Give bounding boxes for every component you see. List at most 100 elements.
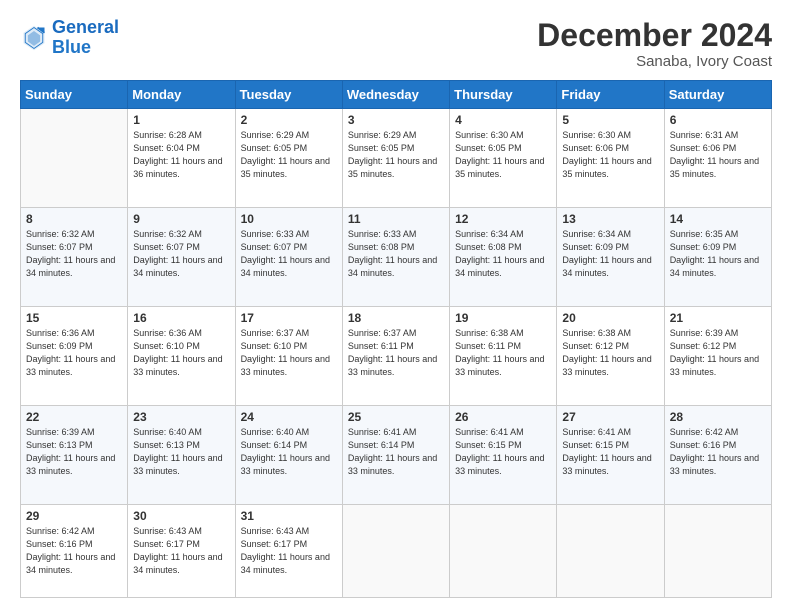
cell-details: Sunrise: 6:32 AMSunset: 6:07 PMDaylight:… (133, 229, 222, 278)
calendar-cell: 5 Sunrise: 6:30 AMSunset: 6:06 PMDayligh… (557, 109, 664, 208)
calendar-cell: 17 Sunrise: 6:37 AMSunset: 6:10 PMDaylig… (235, 307, 342, 406)
calendar-cell: 20 Sunrise: 6:38 AMSunset: 6:12 PMDaylig… (557, 307, 664, 406)
cell-details: Sunrise: 6:43 AMSunset: 6:17 PMDaylight:… (241, 526, 330, 575)
weekday-header: Saturday (664, 81, 771, 109)
cell-details: Sunrise: 6:42 AMSunset: 6:16 PMDaylight:… (26, 526, 115, 575)
calendar-cell: 24 Sunrise: 6:40 AMSunset: 6:14 PMDaylig… (235, 405, 342, 504)
cell-details: Sunrise: 6:37 AMSunset: 6:11 PMDaylight:… (348, 328, 437, 377)
calendar-cell: 30 Sunrise: 6:43 AMSunset: 6:17 PMDaylig… (128, 504, 235, 597)
day-number: 24 (241, 410, 337, 424)
month-title: December 2024 (537, 18, 772, 53)
calendar-cell: 6 Sunrise: 6:31 AMSunset: 6:06 PMDayligh… (664, 109, 771, 208)
day-number: 6 (670, 113, 766, 127)
cell-details: Sunrise: 6:38 AMSunset: 6:11 PMDaylight:… (455, 328, 544, 377)
day-number: 21 (670, 311, 766, 325)
day-number: 29 (26, 509, 122, 523)
cell-details: Sunrise: 6:33 AMSunset: 6:08 PMDaylight:… (348, 229, 437, 278)
calendar-cell: 16 Sunrise: 6:36 AMSunset: 6:10 PMDaylig… (128, 307, 235, 406)
calendar-cell: 1 Sunrise: 6:28 AMSunset: 6:04 PMDayligh… (128, 109, 235, 208)
day-number: 1 (133, 113, 229, 127)
cell-details: Sunrise: 6:38 AMSunset: 6:12 PMDaylight:… (562, 328, 651, 377)
cell-details: Sunrise: 6:32 AMSunset: 6:07 PMDaylight:… (26, 229, 115, 278)
calendar-table: SundayMondayTuesdayWednesdayThursdayFrid… (20, 80, 772, 598)
cell-details: Sunrise: 6:35 AMSunset: 6:09 PMDaylight:… (670, 229, 759, 278)
location-subtitle: Sanaba, Ivory Coast (537, 53, 772, 70)
weekday-header: Wednesday (342, 81, 449, 109)
cell-details: Sunrise: 6:41 AMSunset: 6:15 PMDaylight:… (455, 427, 544, 476)
calendar-cell (342, 504, 449, 597)
day-number: 16 (133, 311, 229, 325)
calendar-cell: 21 Sunrise: 6:39 AMSunset: 6:12 PMDaylig… (664, 307, 771, 406)
day-number: 12 (455, 212, 551, 226)
day-number: 4 (455, 113, 551, 127)
day-number: 22 (26, 410, 122, 424)
day-number: 19 (455, 311, 551, 325)
calendar-cell (557, 504, 664, 597)
logo-icon (20, 24, 48, 52)
calendar-cell: 19 Sunrise: 6:38 AMSunset: 6:11 PMDaylig… (450, 307, 557, 406)
day-number: 18 (348, 311, 444, 325)
day-number: 10 (241, 212, 337, 226)
logo: General Blue (20, 18, 119, 58)
calendar-cell: 25 Sunrise: 6:41 AMSunset: 6:14 PMDaylig… (342, 405, 449, 504)
day-number: 27 (562, 410, 658, 424)
day-number: 25 (348, 410, 444, 424)
cell-details: Sunrise: 6:34 AMSunset: 6:09 PMDaylight:… (562, 229, 651, 278)
calendar-cell: 15 Sunrise: 6:36 AMSunset: 6:09 PMDaylig… (21, 307, 128, 406)
calendar-cell: 31 Sunrise: 6:43 AMSunset: 6:17 PMDaylig… (235, 504, 342, 597)
cell-details: Sunrise: 6:37 AMSunset: 6:10 PMDaylight:… (241, 328, 330, 377)
calendar-cell: 22 Sunrise: 6:39 AMSunset: 6:13 PMDaylig… (21, 405, 128, 504)
calendar-cell: 10 Sunrise: 6:33 AMSunset: 6:07 PMDaylig… (235, 208, 342, 307)
header: General Blue December 2024 Sanaba, Ivory… (20, 18, 772, 70)
day-number: 3 (348, 113, 444, 127)
cell-details: Sunrise: 6:39 AMSunset: 6:13 PMDaylight:… (26, 427, 115, 476)
cell-details: Sunrise: 6:43 AMSunset: 6:17 PMDaylight:… (133, 526, 222, 575)
cell-details: Sunrise: 6:33 AMSunset: 6:07 PMDaylight:… (241, 229, 330, 278)
logo-text: General Blue (52, 18, 119, 58)
cell-details: Sunrise: 6:31 AMSunset: 6:06 PMDaylight:… (670, 130, 759, 179)
weekday-header: Tuesday (235, 81, 342, 109)
calendar-cell: 13 Sunrise: 6:34 AMSunset: 6:09 PMDaylig… (557, 208, 664, 307)
title-block: December 2024 Sanaba, Ivory Coast (537, 18, 772, 70)
day-number: 2 (241, 113, 337, 127)
calendar-cell: 23 Sunrise: 6:40 AMSunset: 6:13 PMDaylig… (128, 405, 235, 504)
day-number: 17 (241, 311, 337, 325)
calendar-cell: 26 Sunrise: 6:41 AMSunset: 6:15 PMDaylig… (450, 405, 557, 504)
day-number: 28 (670, 410, 766, 424)
cell-details: Sunrise: 6:36 AMSunset: 6:10 PMDaylight:… (133, 328, 222, 377)
cell-details: Sunrise: 6:28 AMSunset: 6:04 PMDaylight:… (133, 130, 222, 179)
cell-details: Sunrise: 6:40 AMSunset: 6:13 PMDaylight:… (133, 427, 222, 476)
day-number: 5 (562, 113, 658, 127)
calendar-cell: 8 Sunrise: 6:32 AMSunset: 6:07 PMDayligh… (21, 208, 128, 307)
page: General Blue December 2024 Sanaba, Ivory… (0, 0, 792, 612)
calendar-cell: 28 Sunrise: 6:42 AMSunset: 6:16 PMDaylig… (664, 405, 771, 504)
day-number: 30 (133, 509, 229, 523)
day-number: 20 (562, 311, 658, 325)
day-number: 15 (26, 311, 122, 325)
calendar-cell: 27 Sunrise: 6:41 AMSunset: 6:15 PMDaylig… (557, 405, 664, 504)
calendar-cell: 29 Sunrise: 6:42 AMSunset: 6:16 PMDaylig… (21, 504, 128, 597)
cell-details: Sunrise: 6:29 AMSunset: 6:05 PMDaylight:… (241, 130, 330, 179)
day-number: 9 (133, 212, 229, 226)
weekday-header: Sunday (21, 81, 128, 109)
calendar-cell: 18 Sunrise: 6:37 AMSunset: 6:11 PMDaylig… (342, 307, 449, 406)
cell-details: Sunrise: 6:40 AMSunset: 6:14 PMDaylight:… (241, 427, 330, 476)
cell-details: Sunrise: 6:39 AMSunset: 6:12 PMDaylight:… (670, 328, 759, 377)
calendar-cell: 9 Sunrise: 6:32 AMSunset: 6:07 PMDayligh… (128, 208, 235, 307)
day-number: 13 (562, 212, 658, 226)
weekday-header: Thursday (450, 81, 557, 109)
cell-details: Sunrise: 6:34 AMSunset: 6:08 PMDaylight:… (455, 229, 544, 278)
day-number: 11 (348, 212, 444, 226)
calendar-cell (664, 504, 771, 597)
weekday-header: Friday (557, 81, 664, 109)
weekday-header: Monday (128, 81, 235, 109)
calendar-cell: 11 Sunrise: 6:33 AMSunset: 6:08 PMDaylig… (342, 208, 449, 307)
calendar-cell: 12 Sunrise: 6:34 AMSunset: 6:08 PMDaylig… (450, 208, 557, 307)
cell-details: Sunrise: 6:41 AMSunset: 6:15 PMDaylight:… (562, 427, 651, 476)
calendar-cell (450, 504, 557, 597)
calendar-cell: 4 Sunrise: 6:30 AMSunset: 6:05 PMDayligh… (450, 109, 557, 208)
cell-details: Sunrise: 6:41 AMSunset: 6:14 PMDaylight:… (348, 427, 437, 476)
day-number: 31 (241, 509, 337, 523)
cell-details: Sunrise: 6:36 AMSunset: 6:09 PMDaylight:… (26, 328, 115, 377)
day-number: 14 (670, 212, 766, 226)
